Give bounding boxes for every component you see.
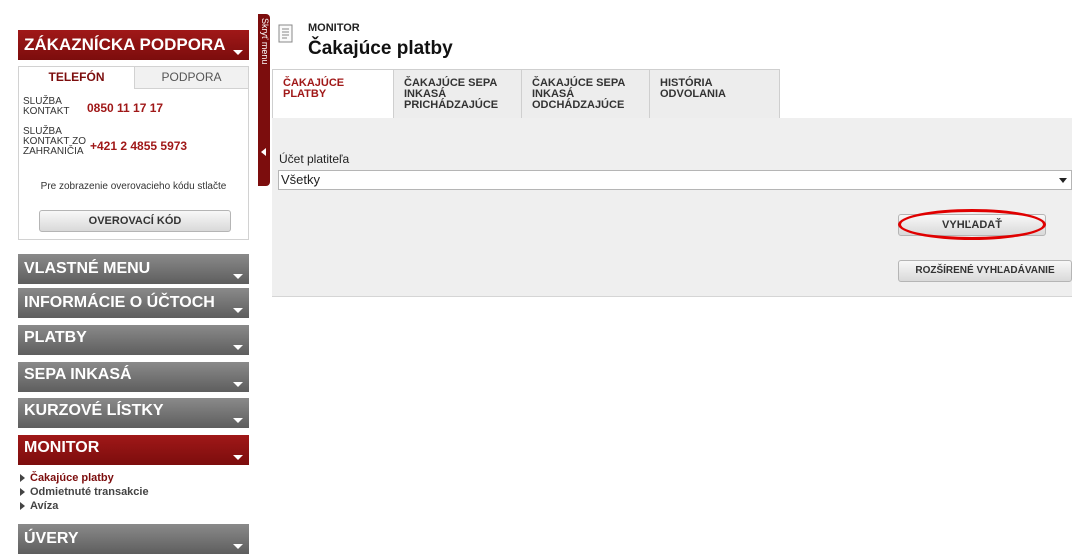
chevron-down-icon <box>233 50 243 55</box>
chevron-down-icon <box>233 455 243 460</box>
breadcrumb: MONITOR <box>308 22 360 34</box>
customer-support-header[interactable]: ZÁKAZNÍCKA PODPORA <box>18 30 249 60</box>
payer-account-select[interactable]: Všetky <box>278 170 1072 190</box>
triangle-right-icon <box>20 474 25 483</box>
menu-label: ÚVERY <box>24 530 79 547</box>
dropdown-arrow-icon <box>1059 178 1067 183</box>
menu-label: VLASTNÉ MENU <box>24 260 151 277</box>
menu-vlastne-menu[interactable]: VLASTNÉ MENU <box>18 254 249 284</box>
submenu-item-odmietnute-transakcie[interactable]: Odmietnuté transakcie <box>20 486 149 498</box>
payer-account-label: Účet platiteľa <box>279 152 350 166</box>
page-title: Čakajúce platby <box>308 38 453 59</box>
tab-label: ČAKAJÚCE SEPA INKASÁ PRICHÁDZAJÚCE <box>404 77 499 111</box>
chevron-down-icon <box>233 274 243 279</box>
menu-label: KURZOVÉ LÍSTKY <box>24 402 164 419</box>
menu-monitor[interactable]: MONITOR <box>18 435 249 465</box>
phone-row: SLUŽBA KONTAKT ZO ZAHRANIČIA +421 2 4855… <box>23 127 246 163</box>
phone-label: SLUŽBA KONTAKT ZO ZAHRANIČIA <box>23 126 86 157</box>
chevron-left-icon <box>261 148 266 156</box>
tab-cakajuce-platby[interactable]: ČAKAJÚCE PLATBY <box>272 69 394 119</box>
menu-informacie-o-uctoch[interactable]: INFORMÁCIE O ÚČTOCH <box>18 288 249 318</box>
tab-sepa-prichadzajuce[interactable]: ČAKAJÚCE SEPA INKASÁ PRICHÁDZAJÚCE <box>394 69 522 118</box>
filter-form: Účet platiteľa Všetky VYHĽADAŤ ROZŠÍRENÉ… <box>272 118 1072 297</box>
menu-label: SEPA INKASÁ <box>24 366 132 383</box>
chevron-down-icon <box>233 308 243 313</box>
menu-label: MONITOR <box>24 439 100 456</box>
tab-label: ČAKAJÚCE SEPA INKASÁ ODCHÁDZAJÚCE <box>532 77 625 111</box>
main-content: MONITOR Čakajúce platby ČAKAJÚCE PLATBY … <box>272 0 1072 554</box>
hide-menu-label: Skryť menu <box>260 18 270 65</box>
advanced-search-button[interactable]: ROZŠÍRENÉ VYHĽADÁVANIE <box>898 260 1072 282</box>
menu-kurzove-listky[interactable]: KURZOVÉ LÍSTKY <box>18 398 249 428</box>
menu-sepa-inkasa[interactable]: SEPA INKASÁ <box>18 362 249 392</box>
submenu-item-aviza[interactable]: Avíza <box>20 500 58 512</box>
phone-number: 0850 11 17 17 <box>87 101 164 115</box>
verify-code-text: Pre zobrazenie overovacieho kódu stlačte <box>40 181 227 192</box>
tab-telefon[interactable]: TELEFÓN <box>19 67 134 89</box>
submenu-label: Avíza <box>30 500 59 512</box>
tab-label: ČAKAJÚCE PLATBY <box>283 77 345 100</box>
customer-support-title: ZÁKAZNÍCKA PODPORA <box>24 35 226 54</box>
menu-uvery[interactable]: ÚVERY <box>18 524 249 554</box>
tab-sepa-odchadzajuce[interactable]: ČAKAJÚCE SEPA INKASÁ ODCHÁDZAJÚCE <box>522 69 650 118</box>
select-value: Všetky <box>281 172 321 187</box>
chevron-down-icon <box>233 345 243 350</box>
tab-podpora[interactable]: PODPORA <box>134 67 248 89</box>
phone-row: SLUŽBA KONTAKT 0850 11 17 17 <box>23 97 246 121</box>
hide-menu-toggle[interactable]: Skryť menu <box>258 14 270 186</box>
triangle-right-icon <box>20 502 25 511</box>
search-button[interactable]: VYHĽADAŤ <box>898 214 1046 236</box>
submenu-item-cakajuce-platby[interactable]: Čakajúce platby <box>20 472 114 484</box>
tab-historia-odvolania[interactable]: HISTÓRIA ODVOLANIA <box>650 69 780 118</box>
submenu-label: Odmietnuté transakcie <box>30 486 149 498</box>
tab-bar: ČAKAJÚCE PLATBY ČAKAJÚCE SEPA INKASÁ PRI… <box>272 69 1072 119</box>
chevron-down-icon <box>233 544 243 549</box>
triangle-right-icon <box>20 488 25 497</box>
document-icon <box>278 24 293 43</box>
phone-number: +421 2 4855 5973 <box>90 139 188 153</box>
submenu-label: Čakajúce platby <box>30 472 114 484</box>
menu-platby[interactable]: PLATBY <box>18 325 249 355</box>
chevron-down-icon <box>233 418 243 423</box>
support-box: TELEFÓN PODPORA SLUŽBA KONTAKT 0850 11 1… <box>18 66 249 240</box>
menu-label: INFORMÁCIE O ÚČTOCH <box>24 294 215 311</box>
phone-label: SLUŽBA KONTAKT <box>23 96 70 117</box>
menu-label: PLATBY <box>24 329 87 346</box>
verify-code-button[interactable]: OVEROVACÍ KÓD <box>39 210 231 232</box>
chevron-down-icon <box>233 382 243 387</box>
sidebar: ZÁKAZNÍCKA PODPORA TELEFÓN PODPORA SLUŽB… <box>0 0 252 554</box>
tab-label: HISTÓRIA ODVOLANIA <box>660 77 726 100</box>
